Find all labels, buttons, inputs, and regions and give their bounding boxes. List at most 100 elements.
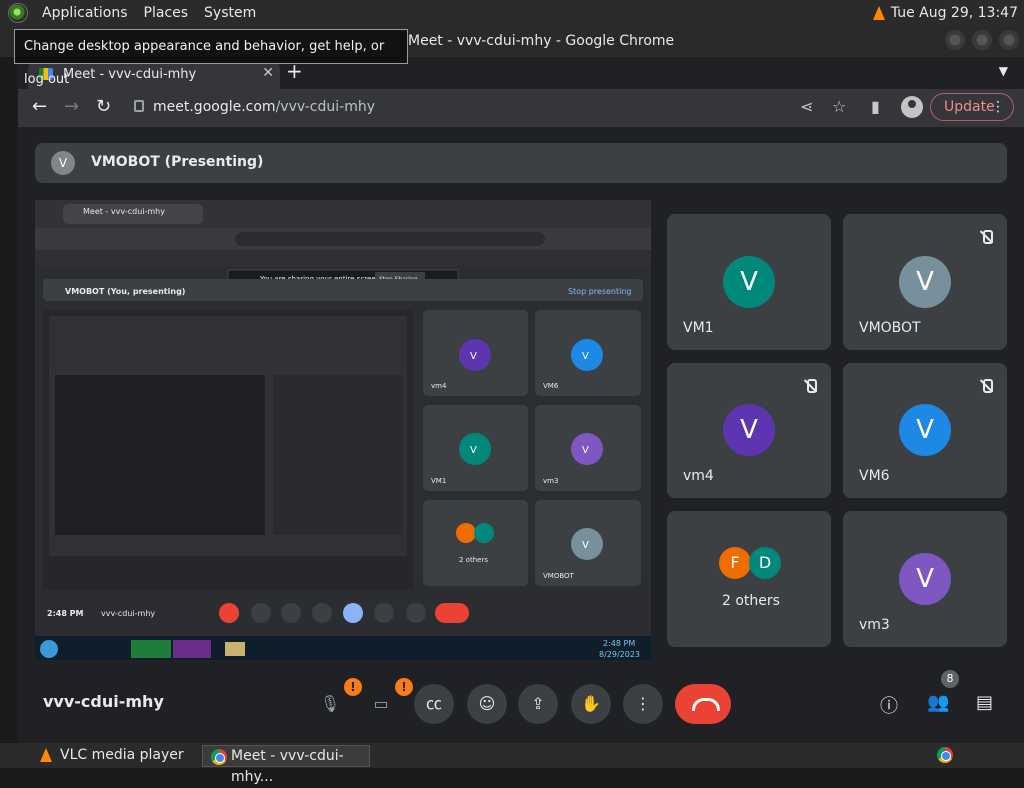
taskbar-item-chrome[interactable]: Meet - vvv-cdui-mhy... (202, 745, 370, 785)
reactions-button[interactable]: ☺ (467, 684, 507, 724)
participant-tile-vmobot[interactable]: V VMOBOT (843, 214, 1007, 350)
participant-avatar: F (719, 547, 751, 579)
others-avatars: FD (719, 547, 781, 579)
bottom-taskbar: VLC media player Meet - vvv-cdui-mhy... (0, 743, 1024, 785)
more-options-button[interactable]: ⋮ (623, 684, 663, 724)
side-panel-icon[interactable]: ▮ (871, 97, 880, 116)
nested-stop-presenting: Stop presenting (568, 287, 632, 296)
system-menu[interactable]: System (196, 5, 264, 21)
lock-icon[interactable] (134, 100, 144, 112)
svg-text:V: V (582, 351, 589, 362)
mic-warning-badge: ! (344, 678, 362, 696)
svg-text:V: V (470, 351, 477, 362)
svg-text:V: V (470, 445, 477, 456)
captions-button[interactable]: ㏄ (414, 684, 454, 724)
clock[interactable]: Tue Aug 29, 13:47 (891, 5, 1018, 21)
participant-name: vm4 (683, 468, 714, 484)
present-screen-icon: ⇪ (531, 694, 545, 713)
nested-code: vvv-cdui-mhy (101, 609, 155, 618)
window-title: Meet - vvv-cdui-mhy - Google Chrome (408, 33, 675, 49)
participant-avatar: V (899, 553, 951, 605)
reload-icon[interactable]: ↻ (96, 96, 111, 117)
microphone-button[interactable]: 🎙 ! (310, 678, 362, 724)
raise-hand-button[interactable]: ✋ (571, 684, 611, 724)
participant-avatar: V (899, 404, 951, 456)
chat-icon[interactable]: ▤ (976, 692, 993, 713)
mic-off-icon (979, 230, 993, 244)
participant-tile-vm6[interactable]: V VM6 (843, 363, 1007, 498)
shared-screen-content: Meet - vvv-cdui-mhy You are sharing your… (35, 200, 651, 662)
people-icon[interactable]: 👥 (927, 692, 949, 713)
show-desktop-icon[interactable] (3, 745, 19, 767)
meet-control-bar: vvv-cdui-mhy 🎙 ! ▭ ! ㏄ ☺ ⇪ ✋ ⋮ ⓘ 👥 8 ▤ (18, 660, 1024, 743)
svg-text:V: V (582, 540, 589, 551)
url-host: meet.google.com (153, 99, 276, 115)
close-tab-icon[interactable]: ✕ (262, 65, 274, 81)
tab-search-chevron-icon[interactable]: ▼ (999, 64, 1008, 78)
participant-name: vm3 (859, 617, 890, 633)
vlc-icon (40, 748, 52, 762)
participant-avatar: D (749, 547, 781, 579)
nested-presenting-label: VMOBOT (You, presenting) (65, 287, 185, 296)
participant-avatar: V (723, 404, 775, 456)
browser-toolbar: ← → ↻ meet.google.com/vvv-cdui-mhy ⋖ ☆ ▮… (18, 89, 1024, 127)
bookmark-star-icon[interactable]: ☆ (832, 97, 846, 116)
meeting-code: vvv-cdui-mhy (43, 692, 164, 711)
share-icon[interactable]: ⋖ (800, 97, 813, 116)
nested-taskbar-date: 8/29/2023 (599, 650, 640, 659)
participant-name: 2 others (722, 593, 780, 609)
minimize-button[interactable] (945, 30, 965, 50)
nested-tile-vm1: VM1 (431, 477, 446, 485)
presenter-label: VMOBOT (Presenting) (91, 154, 264, 170)
taskbar-item-vlc[interactable]: VLC media player (32, 745, 197, 767)
shared-screen: Meet - vvv-cdui-mhy You are sharing your… (35, 200, 651, 662)
nested-time: 2:48 PM (47, 609, 84, 618)
forward-arrow-icon[interactable]: → (64, 96, 79, 117)
meeting-info-icon[interactable]: ⓘ (880, 692, 898, 718)
tab-title: Meet - vvv-cdui-mhy (63, 67, 197, 82)
captions-icon: ㏄ (425, 694, 442, 713)
chrome-tray-icon[interactable] (937, 747, 953, 763)
participant-tile-others[interactable]: FD 2 others (667, 511, 831, 647)
distro-logo-icon[interactable] (8, 2, 28, 23)
presenting-bar: V VMOBOT (Presenting) (35, 143, 1007, 183)
mic-off-icon (803, 379, 817, 393)
kebab-menu-icon[interactable]: ⋮ (991, 94, 1005, 120)
applications-menu[interactable]: Applications (34, 5, 136, 21)
camera-icon: ▭ (373, 694, 389, 713)
kebab-menu-icon: ⋮ (635, 694, 651, 713)
update-label: Update (944, 99, 995, 115)
system-menu-tooltip: Change desktop appearance and behavior, … (14, 29, 408, 87)
participant-tile-vm1[interactable]: V VM1 (667, 214, 831, 350)
url-path: /vvv-cdui-mhy (275, 99, 376, 115)
top-panel: Applications Places System Tue Aug 29, 1… (0, 0, 1024, 25)
places-menu[interactable]: Places (136, 5, 197, 21)
mic-off-icon (979, 379, 993, 393)
nested-tab-title: Meet - vvv-cdui-mhy (83, 207, 165, 216)
nested-tile-others: 2 others (459, 556, 488, 564)
participant-tile-vm4[interactable]: V vm4 (667, 363, 831, 498)
nested-tile-vmobot: VMOBOT (543, 572, 575, 580)
nested-tile-vm4: vm4 (431, 382, 447, 390)
present-button[interactable]: ⇪ (518, 684, 558, 724)
nested-taskbar-time: 2:48 PM (603, 639, 635, 648)
leave-call-button[interactable] (675, 684, 731, 724)
participant-name: VMOBOT (859, 320, 921, 336)
profile-avatar-icon[interactable] (901, 96, 923, 118)
presenter-avatar: V (51, 151, 75, 175)
taskbar-item-label: Meet - vvv-cdui-mhy... (231, 748, 344, 785)
back-arrow-icon[interactable]: ← (32, 96, 47, 117)
camera-button[interactable]: ▭ ! (361, 678, 413, 724)
chrome-icon (211, 749, 227, 765)
address-bar[interactable]: meet.google.com/vvv-cdui-mhy (128, 93, 828, 123)
participant-tile-vm3[interactable]: V vm3 (843, 511, 1007, 647)
update-button[interactable]: Update ⋮ (930, 93, 1014, 121)
maximize-button[interactable] (972, 30, 992, 50)
meet-stage: V VMOBOT (Presenting) Meet - vvv-cdui-mh… (18, 127, 1024, 743)
vlc-tray-icon[interactable] (872, 5, 885, 20)
mic-icon: 🎙 (319, 694, 341, 713)
close-window-button[interactable] (999, 30, 1019, 50)
hand-icon: ✋ (581, 694, 601, 713)
taskbar-item-label: VLC media player (60, 747, 184, 763)
participant-name: VM6 (859, 468, 890, 484)
